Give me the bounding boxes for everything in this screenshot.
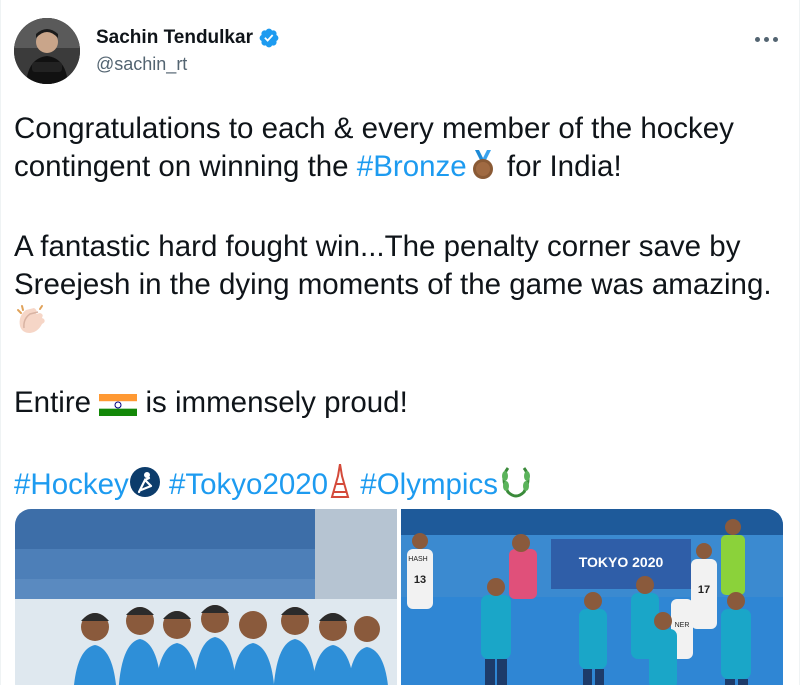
hashtag-tokyo2020[interactable]: #Tokyo2020 — [169, 468, 328, 501]
tweet-paragraph-2: A fantastic hard fought win...The penalt… — [14, 228, 794, 346]
more-options-icon[interactable] — [751, 24, 781, 54]
tweet-line-1: Congratulations to each & every member o… — [14, 112, 734, 145]
tokyo-tower-emoji — [328, 463, 352, 508]
clapping-hands-emoji — [14, 304, 48, 346]
tweet-card[interactable]: Sachin Tendulkar @sachin_rt Congratulati… — [0, 0, 800, 685]
tweet-paragraph-3: Entire is immensely proud! — [14, 384, 794, 426]
tweet-media: TOKYO 2020 13 HASH 17 NER — [15, 509, 783, 685]
match-banner-text: TOKYO 2020 — [579, 554, 664, 570]
author-handle[interactable]: @sachin_rt — [96, 54, 280, 75]
india-flag-emoji — [99, 388, 138, 426]
olympics-wreath-emoji — [498, 464, 534, 508]
hashtag-line: #Hockey #Tokyo2020 #Olympics — [14, 463, 794, 508]
hockey-emoji — [129, 466, 161, 508]
tweet-line-2: contingent on winning the #Bronze for In… — [14, 148, 794, 190]
author-name[interactable]: Sachin Tendulkar — [96, 27, 253, 49]
author-avatar[interactable] — [14, 18, 80, 84]
jersey-number-17: 17 — [698, 584, 710, 596]
author-block: Sachin Tendulkar @sachin_rt — [96, 27, 280, 75]
tweet-photo-match-action[interactable]: TOKYO 2020 13 HASH 17 NER — [401, 509, 783, 685]
tweet-text: Congratulations to each & every member o… — [14, 110, 794, 508]
jersey-number-13: 13 — [414, 574, 426, 586]
bronze-medal-emoji — [467, 150, 499, 190]
jersey-name-hash: HASH — [408, 556, 427, 563]
hashtag-hockey[interactable]: #Hockey — [14, 468, 129, 501]
hashtag-bronze[interactable]: #Bronze — [357, 150, 467, 183]
tweet-photo-team-lineup[interactable] — [15, 509, 397, 685]
jersey-name-ner: NER — [675, 622, 690, 629]
hashtag-olympics[interactable]: #Olympics — [360, 468, 498, 501]
verified-badge-icon — [258, 27, 280, 49]
